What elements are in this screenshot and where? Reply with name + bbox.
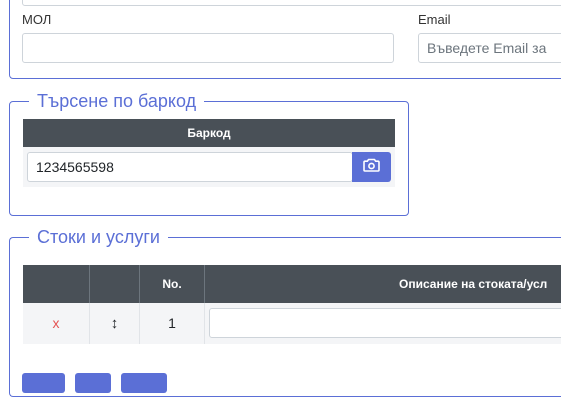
delete-row-button[interactable]: x — [23, 303, 90, 344]
mol-label: МОЛ — [22, 12, 52, 27]
header-description: Описание на стоката/усл — [399, 277, 548, 291]
goods-table-header: No. Описание на стоката/усл — [23, 265, 561, 303]
email-input[interactable] — [418, 33, 561, 63]
barcode-column-header: Баркод — [23, 119, 395, 147]
action-button-1[interactable] — [22, 373, 65, 393]
top-field-cutoff[interactable] — [22, 0, 561, 6]
goods-legend: Стоки и услуги — [29, 226, 168, 248]
email-label: Email — [418, 12, 451, 27]
mol-input[interactable] — [22, 33, 394, 63]
action-button-2[interactable] — [75, 373, 111, 393]
camera-icon — [363, 158, 380, 177]
drag-handle-icon[interactable]: ↕ — [90, 303, 140, 344]
barcode-search-legend: Търсене по баркод — [29, 90, 205, 112]
camera-button[interactable] — [352, 152, 391, 182]
row-number: 1 — [140, 303, 205, 344]
barcode-input[interactable] — [27, 152, 353, 182]
action-button-3[interactable] — [121, 373, 167, 393]
header-delete — [23, 265, 90, 303]
description-input[interactable] — [209, 308, 561, 338]
header-number: No. — [140, 265, 205, 303]
header-move — [90, 265, 140, 303]
